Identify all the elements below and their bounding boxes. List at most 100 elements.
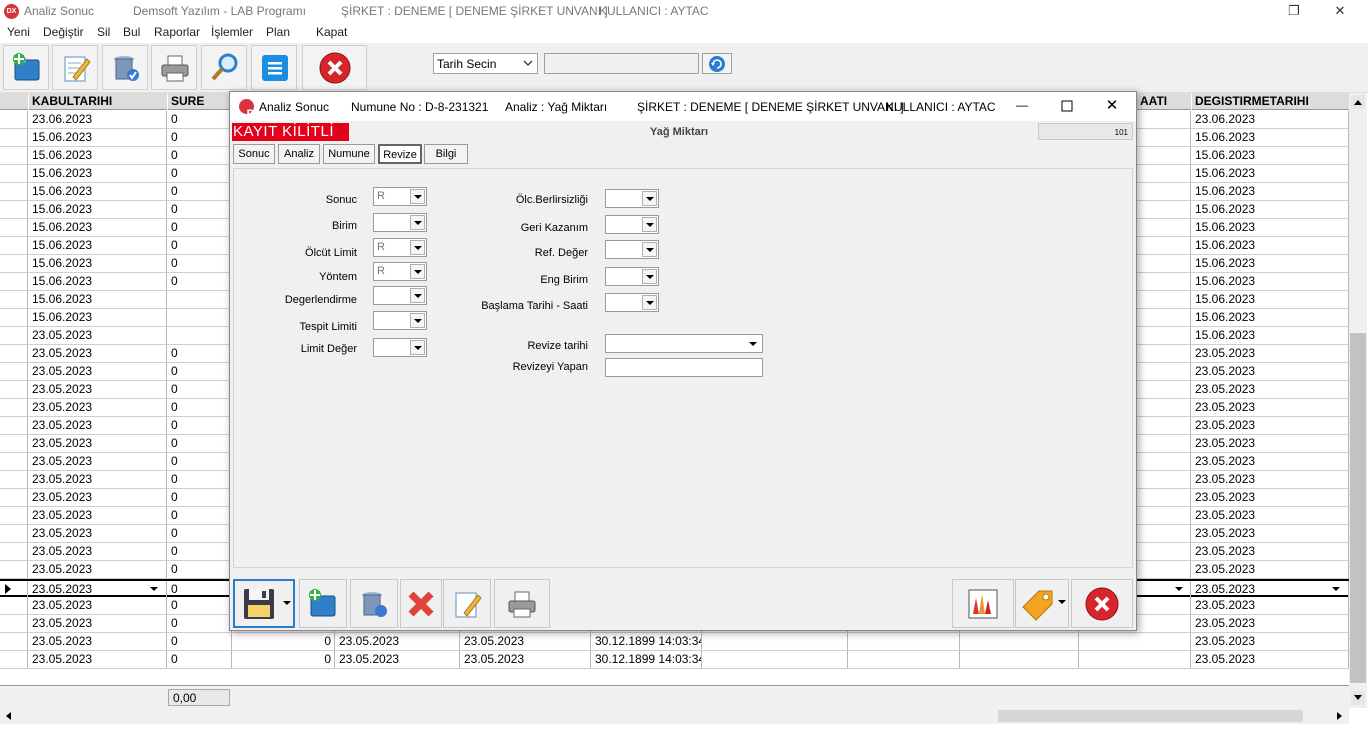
menu-item-kapat[interactable]: Kapat xyxy=(316,25,347,39)
grid-cell[interactable] xyxy=(1080,633,1191,650)
scroll-thumb[interactable] xyxy=(1350,333,1366,683)
scroll-left-icon[interactable] xyxy=(2,709,16,723)
row-indicator[interactable] xyxy=(0,183,28,200)
vertical-scrollbar[interactable] xyxy=(1349,93,1367,708)
grid-cell-sure[interactable]: 0 xyxy=(168,417,232,434)
grid-cell-kabul[interactable]: 23.05.2023 xyxy=(29,525,167,542)
tag-button[interactable] xyxy=(1015,579,1069,628)
grid-cell-degistir[interactable]: 23.05.2023 xyxy=(1192,453,1349,470)
grid-cell-degistir[interactable]: 23.05.2023 xyxy=(1192,561,1349,578)
row-indicator[interactable] xyxy=(0,417,28,434)
grid-cell-sure[interactable]: 0 xyxy=(168,201,232,218)
minimize-icon[interactable]: — xyxy=(1010,98,1034,116)
grid-cell-num[interactable]: 0 xyxy=(233,651,335,668)
grid-cell-kabul[interactable]: 15.06.2023 xyxy=(29,201,167,218)
grid-cell-sure[interactable]: 0 xyxy=(168,255,232,272)
grid-cell-kabul[interactable]: 23.05.2023 xyxy=(29,543,167,560)
row-indicator[interactable] xyxy=(0,111,28,128)
col-header-sure[interactable]: SURE xyxy=(168,93,232,110)
grid-cell-degistir[interactable]: 15.06.2023 xyxy=(1192,273,1349,290)
grid-cell-degistir[interactable]: 15.06.2023 xyxy=(1192,327,1349,344)
grid-cell-sure[interactable]: 0 xyxy=(168,273,232,290)
grid-cell[interactable] xyxy=(961,651,1079,668)
horizontal-scrollbar[interactable] xyxy=(0,708,1349,724)
grid-cell-degistir[interactable]: 23.05.2023 xyxy=(1192,345,1349,362)
tespit-limiti-select[interactable] xyxy=(373,311,427,330)
menu-item-bul[interactable]: Bul xyxy=(123,25,140,39)
grid-cell-degistir[interactable]: 15.06.2023 xyxy=(1192,183,1349,200)
grid-cell[interactable] xyxy=(703,651,848,668)
grid-cell-kabul[interactable]: 15.06.2023 xyxy=(29,255,167,272)
grid-cell-kabul[interactable]: 15.06.2023 xyxy=(29,237,167,254)
grid-cell[interactable] xyxy=(849,651,960,668)
grid-cell-kabul[interactable]: 23.05.2023 xyxy=(29,471,167,488)
menu-item-degistir[interactable]: Değiştir xyxy=(43,25,84,39)
ref-deger-select[interactable] xyxy=(605,240,659,259)
exit-button[interactable] xyxy=(302,45,367,90)
grid-cell-kabul[interactable]: 15.06.2023 xyxy=(29,309,167,326)
row-indicator[interactable] xyxy=(0,129,28,146)
edit-record-button[interactable] xyxy=(52,45,98,90)
grid-cell-sure[interactable]: 0 xyxy=(168,381,232,398)
grid-cell-degistir[interactable]: 23.06.2023 xyxy=(1192,111,1349,128)
grid-cell-kabul[interactable]: 15.06.2023 xyxy=(29,165,167,182)
grid-cell-sure[interactable]: 0 xyxy=(168,651,232,668)
row-indicator[interactable] xyxy=(0,237,28,254)
grid-cell-kabul[interactable]: 23.05.2023 xyxy=(29,561,167,578)
grid-cell-degistir[interactable]: 23.05.2023 xyxy=(1192,471,1349,488)
table-row[interactable]: 23.05.2023 0 0 23.05.2023 23.05.2023 30.12.18… xyxy=(0,633,1349,651)
menu-item-sil[interactable]: Sil xyxy=(97,25,110,39)
row-indicator[interactable] xyxy=(0,543,28,560)
grid-cell-sure[interactable]: 0 xyxy=(168,597,232,614)
grid-cell-sure[interactable]: 0 xyxy=(168,543,232,560)
grid-cell-degistir[interactable]: 23.05.2023 xyxy=(1192,435,1349,452)
grid-cell-degistir[interactable]: 15.06.2023 xyxy=(1192,237,1349,254)
grid-cell-degistir[interactable]: 23.05.2023 xyxy=(1192,489,1349,506)
grid-cell[interactable] xyxy=(703,633,848,650)
grid-cell-kabul[interactable]: 23.05.2023 xyxy=(29,435,167,452)
limit-deger-select[interactable] xyxy=(373,338,427,357)
grid-cell-degistir[interactable]: 15.06.2023 xyxy=(1192,165,1349,182)
dialog-delete-button[interactable] xyxy=(350,579,398,628)
grid-cell-kabul[interactable]: 15.06.2023 xyxy=(29,273,167,290)
grid-cell-d1[interactable]: 23.05.2023 xyxy=(336,633,460,650)
grid-cell-sure[interactable]: 0 xyxy=(168,345,232,362)
tab-revize[interactable]: Revize xyxy=(378,144,422,164)
scroll-up-icon[interactable] xyxy=(1351,95,1365,109)
grid-cell-kabul[interactable]: 23.05.2023 xyxy=(29,615,167,632)
row-indicator[interactable] xyxy=(0,327,28,344)
col-header-saati[interactable]: AATI xyxy=(1137,93,1191,110)
restore-icon[interactable]: ❐ xyxy=(1282,2,1306,20)
degerlendirme-select[interactable] xyxy=(373,286,427,305)
grid-cell-sure[interactable]: 0 xyxy=(168,471,232,488)
grid-cell-degistir[interactable]: 23.05.2023 xyxy=(1192,597,1349,614)
grid-cell-kabul[interactable]: 23.06.2023 xyxy=(29,111,167,128)
tab-numune[interactable]: Numune xyxy=(323,144,375,164)
row-indicator[interactable] xyxy=(0,273,28,290)
save-button[interactable] xyxy=(233,579,295,628)
menu-item-plan[interactable]: Plan xyxy=(266,25,290,39)
grid-cell-degistir[interactable]: 23.05.2023 xyxy=(1192,543,1349,560)
row-indicator[interactable] xyxy=(0,453,28,470)
grid-cell-degistir[interactable]: 15.06.2023 xyxy=(1192,147,1349,164)
row-indicator[interactable] xyxy=(0,561,28,578)
grid-cell-degistir[interactable]: 15.06.2023 xyxy=(1192,201,1349,218)
sonuc-select[interactable]: R xyxy=(373,187,427,206)
grid-cell-kabul[interactable]: 23.05.2023 xyxy=(29,453,167,470)
grid-cell-kabul[interactable]: 23.05.2023 xyxy=(29,363,167,380)
row-indicator[interactable] xyxy=(0,507,28,524)
grid-cell-kabul[interactable]: 23.05.2023 xyxy=(29,507,167,524)
row-indicator[interactable] xyxy=(0,345,28,362)
grid-cell-sure[interactable]: 0 xyxy=(168,581,232,598)
grid-cell-degistir[interactable]: 23.05.2023 xyxy=(1192,615,1349,632)
dialog-close-button[interactable] xyxy=(1071,579,1133,628)
row-indicator[interactable] xyxy=(0,435,28,452)
grid-cell-kabul[interactable]: 23.05.2023 xyxy=(29,381,167,398)
revizeyi-yapan-input[interactable] xyxy=(605,358,763,377)
grid-cell[interactable] xyxy=(1080,651,1191,668)
cell-dropdown-icon[interactable] xyxy=(150,587,158,591)
grid-cell-degistir[interactable]: 15.06.2023 xyxy=(1192,309,1349,326)
grid-cell-sure[interactable]: 0 xyxy=(168,165,232,182)
row-indicator[interactable] xyxy=(0,291,28,308)
dialog-edit-button[interactable] xyxy=(443,579,491,628)
